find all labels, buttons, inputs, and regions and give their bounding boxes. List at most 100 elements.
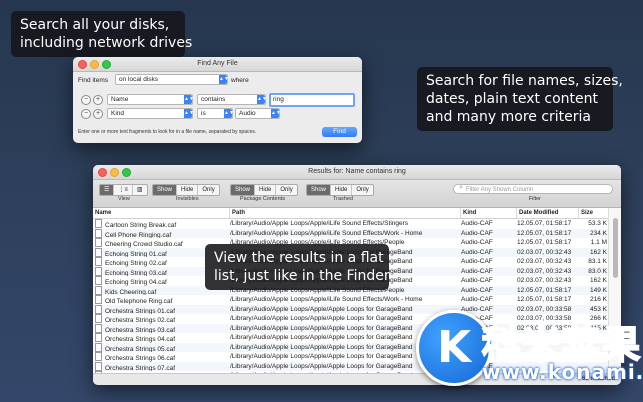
- chevron-updown-icon: ▲▼: [184, 95, 194, 104]
- rule1-attribute-popup[interactable]: Name ▲▼: [107, 94, 194, 105]
- cell-text: 12.05.07, 01:58:17: [517, 229, 572, 237]
- audio-file-icon: [95, 228, 102, 238]
- cell-text: Audio-CAF: [461, 239, 493, 246]
- cell-date: 12.05.07, 01:58:17: [517, 219, 577, 229]
- cell-date: 02.03.07, 00:32:43: [517, 257, 577, 267]
- audio-file-icon: [95, 247, 102, 257]
- rule2-value-value: Audio: [239, 110, 256, 117]
- column-header-kind[interactable]: Kind: [460, 208, 476, 218]
- invisibles-hide[interactable]: Hide: [177, 185, 199, 195]
- cell-date: 02.03.07, 00:32:43: [517, 267, 577, 277]
- find-button[interactable]: Find: [322, 127, 357, 137]
- trashed-show[interactable]: Show: [307, 185, 332, 195]
- cell-path: /Library/Audio/Apple Loops/Apple/iLife S…: [230, 229, 458, 239]
- close-button[interactable]: [78, 60, 87, 69]
- package-label: Package Contents: [240, 196, 285, 202]
- cell-text: 02.03.07, 00:32:43: [517, 267, 572, 275]
- zoom-button[interactable]: [102, 60, 111, 69]
- cell-text: 1.1 M: [590, 239, 607, 246]
- table-row[interactable]: Cell Phone Ringing.caf/Library/Audio/App…: [93, 228, 609, 239]
- location-value: on local disks: [119, 76, 159, 83]
- chevron-updown-icon: ▲▼: [224, 109, 234, 118]
- cell-size: 1.1 M: [579, 238, 607, 248]
- rule1-attribute-value: Name: [111, 96, 129, 103]
- where-label: where: [231, 77, 249, 84]
- tree-view-icon[interactable]: ⋮≡: [114, 185, 133, 195]
- cell-text: Audio-CAF: [461, 220, 493, 227]
- cell-text: /Library/Audio/Apple Loops/Apple/iLife S…: [230, 220, 409, 227]
- audio-file-icon: [95, 266, 102, 276]
- audio-file-icon: [95, 219, 102, 228]
- results-window-title: Results for: Name contains ring: [308, 168, 406, 175]
- hint-text: Enter one or more text fragments to look…: [78, 129, 257, 135]
- trashed-only[interactable]: Only: [352, 185, 372, 195]
- table-header: Name Path Kind Date Modified Size: [93, 208, 609, 219]
- column-header-name[interactable]: Name: [93, 208, 111, 218]
- view-label: View: [118, 196, 130, 202]
- zoom-button[interactable]: [122, 168, 131, 177]
- cell-text: /Library/Audio/Apple Loops/Apple/iLife S…: [230, 229, 423, 237]
- invisibles-show[interactable]: Show: [153, 185, 178, 195]
- cell-text: 83.1 K: [588, 258, 607, 265]
- invisibles-control[interactable]: Show Hide Only: [152, 184, 220, 196]
- package-only[interactable]: Only: [276, 185, 296, 195]
- cell-text: 53.3 K: [588, 220, 607, 227]
- logo-mark: K: [416, 310, 492, 386]
- package-show[interactable]: Show: [231, 185, 256, 195]
- scrollbar-thumb[interactable]: [613, 218, 618, 278]
- cell-text: Audio-CAF: [461, 277, 493, 284]
- add-rule-button[interactable]: +: [93, 109, 103, 119]
- rule2-value-popup[interactable]: Audio ▲▼: [235, 108, 281, 119]
- cell-date: 12.05.07, 01:58:17: [517, 286, 577, 296]
- rule2-operator-value: is: [201, 110, 206, 117]
- cell-size: 149 K: [579, 286, 607, 296]
- view-mode-control[interactable]: ☰ ⋮≡ ▥: [99, 184, 148, 196]
- location-popup[interactable]: on local disks ▲▼: [115, 74, 229, 85]
- cell-text: 162 K: [590, 248, 607, 256]
- column-view-icon[interactable]: ▥: [133, 185, 147, 195]
- package-hide[interactable]: Hide: [255, 185, 277, 195]
- cell-size: 83.0 K: [579, 267, 607, 277]
- rule2-attribute-popup[interactable]: Kind ▲▼: [107, 108, 194, 119]
- list-view-icon[interactable]: ☰: [100, 185, 115, 195]
- close-button[interactable]: [98, 168, 107, 177]
- search-icon: ⌕: [459, 184, 463, 191]
- column-header-date[interactable]: Date Modified: [516, 208, 558, 218]
- cell-text: 83.0 K: [588, 267, 607, 275]
- package-contents-control[interactable]: Show Hide Only: [230, 184, 298, 196]
- rule1-operator-popup[interactable]: contains ▲▼: [197, 94, 267, 105]
- add-rule-button[interactable]: +: [93, 95, 103, 105]
- find-window: Find Any File Find items on local disks …: [73, 57, 362, 143]
- table-row[interactable]: Cartoon String Break.caf/Library/Audio/A…: [93, 219, 609, 229]
- rule1-value-input[interactable]: ring: [269, 93, 355, 107]
- trashed-hide[interactable]: Hide: [331, 185, 353, 195]
- audio-file-icon: [95, 295, 102, 304]
- cell-size: 162 K: [579, 248, 607, 258]
- remove-rule-button[interactable]: −: [81, 109, 91, 119]
- cell-text: Audio-CAF: [461, 267, 493, 275]
- column-header-path[interactable]: Path: [229, 208, 245, 218]
- trashed-control[interactable]: Show Hide Only: [306, 184, 374, 196]
- cell-text: 162 K: [590, 277, 607, 284]
- column-header-size[interactable]: Size: [578, 208, 593, 218]
- cell-date: 02.03.07, 00:32:43: [517, 248, 577, 258]
- cell-size: 234 K: [579, 229, 607, 239]
- chevron-updown-icon: ▲▼: [271, 109, 281, 118]
- cell-kind: Audio-CAF: [461, 248, 515, 258]
- audio-file-icon: [95, 276, 102, 285]
- invisibles-only[interactable]: Only: [198, 185, 218, 195]
- filter-input[interactable]: Filter Any Shown Column: [453, 184, 613, 194]
- rule2-operator-popup[interactable]: is ▲▼: [197, 108, 234, 119]
- cell-kind: Audio-CAF: [461, 229, 515, 239]
- callout-criteria: Search for file names, sizes, dates, pla…: [417, 67, 623, 131]
- callout-results: View the results in a flat list, just li…: [205, 244, 390, 290]
- find-window-titlebar: Find Any File: [73, 57, 362, 72]
- remove-rule-button[interactable]: −: [81, 95, 91, 105]
- audio-file-icon: [95, 238, 102, 247]
- audio-file-icon: [95, 333, 102, 342]
- cell-kind: Audio-CAF: [461, 286, 515, 296]
- minimize-button[interactable]: [110, 168, 119, 177]
- cell-date: 12.05.07, 01:58:17: [517, 238, 577, 248]
- find-window-title: Find Any File: [197, 60, 238, 67]
- minimize-button[interactable]: [90, 60, 99, 69]
